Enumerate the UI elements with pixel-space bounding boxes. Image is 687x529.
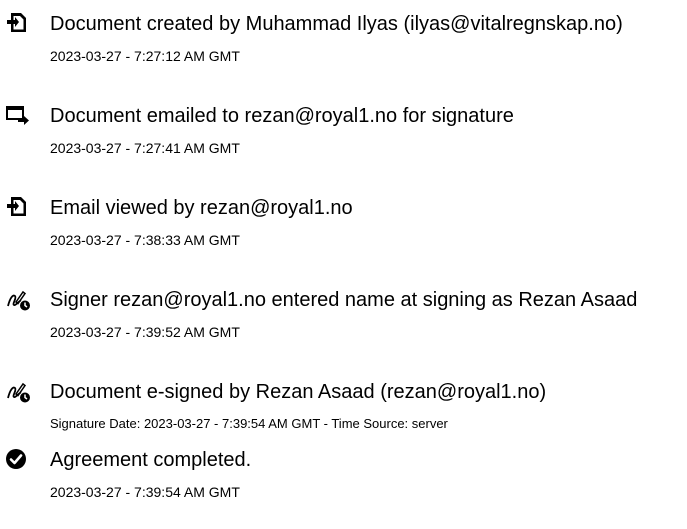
event-timestamp: 2023-03-27 - 7:27:41 AM GMT: [50, 140, 240, 156]
signature-pen-icon: [4, 378, 30, 404]
event-title: Email viewed by rezan@royal1.no: [50, 197, 353, 219]
event-title: Document created by Muhammad Ilyas (ilya…: [50, 13, 623, 35]
event-timestamp: 2023-03-27 - 7:38:33 AM GMT: [50, 232, 240, 248]
event-timestamp: 2023-03-27 - 7:39:52 AM GMT: [50, 324, 240, 340]
email-sent-icon: [4, 102, 30, 128]
event-title: Document emailed to rezan@royal1.no for …: [50, 105, 514, 127]
event-title: Document e-signed by Rezan Asaad (rezan@…: [50, 381, 547, 403]
event-title: Signer rezan@royal1.no entered name at s…: [50, 289, 638, 311]
signature-pen-icon: [4, 286, 30, 312]
event-timestamp: 2023-03-27 - 7:39:54 AM GMT: [50, 484, 240, 500]
check-circle-icon: [4, 447, 30, 473]
event-timestamp: 2023-03-27 - 7:27:12 AM GMT: [50, 48, 240, 64]
event-title: Agreement completed.: [50, 449, 252, 471]
document-icon: [4, 194, 30, 220]
document-icon: [4, 10, 30, 36]
event-signature-date: Signature Date: 2023-03-27 - 7:39:54 AM …: [50, 416, 448, 431]
